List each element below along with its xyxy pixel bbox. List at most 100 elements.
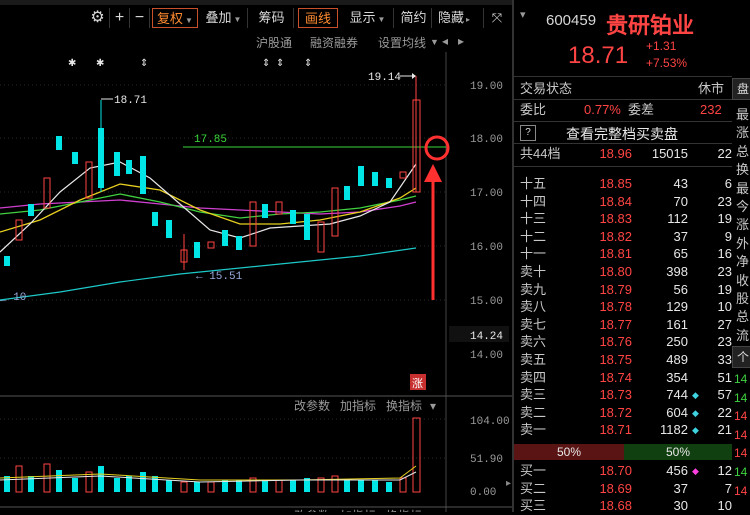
depth-cnt: 21: [717, 422, 732, 438]
fuquan-button[interactable]: 复权 ▼: [152, 8, 198, 28]
ask-row[interactable]: 十二 18.82 37 9: [514, 228, 732, 246]
depth-header: 共44档 18.96 15015 22: [520, 146, 732, 161]
depth-vol: 250: [666, 334, 688, 350]
ask-row[interactable]: 卖三 18.73 744 ◆ 57: [514, 386, 732, 404]
xianshi-button[interactable]: 显示 ▼: [342, 8, 394, 28]
volume-axis: 104.00 51.90 0.00: [470, 416, 510, 499]
depth-dot: ◆: [692, 466, 699, 476]
hugutong-link[interactable]: 沪股通: [256, 34, 292, 51]
huaxian-button[interactable]: 画线: [298, 8, 338, 28]
depth-vol: 37: [673, 228, 688, 244]
depth-label: 卖三: [520, 387, 547, 403]
side-stat-label: 涨: [736, 217, 750, 233]
depth-price: 18.71: [599, 422, 632, 438]
depth-cnt: 19: [717, 211, 732, 227]
chevron-left-icon[interactable]: ◂: [442, 34, 448, 48]
ask-row[interactable]: 卖七 18.77 161 27: [514, 316, 732, 334]
side-stat-label: 总: [736, 309, 750, 325]
fuquan-label: 复权: [157, 11, 184, 26]
ask-row[interactable]: 卖九 18.79 56 19: [514, 281, 732, 299]
depth-price: 18.68: [599, 498, 632, 514]
depth-label: 卖一: [520, 422, 547, 438]
depth-vol: 30: [673, 498, 688, 514]
fullscreen-icon[interactable]: ⤧: [486, 8, 508, 28]
ma-line-white: [0, 161, 417, 253]
ask-row[interactable]: 卖十 18.80 398 23: [514, 263, 732, 281]
svg-text:加指标: 加指标: [340, 508, 376, 512]
chevron-right-icon[interactable]: ▸: [458, 34, 464, 48]
depth-cnt: 57: [717, 387, 732, 403]
bid-row[interactable]: 买二 18.69 37 7: [514, 480, 732, 498]
set-ma-link[interactable]: 设置均线: [378, 34, 426, 51]
annotation-arrow: [424, 164, 442, 182]
kline-chart[interactable]: ✱ ✱ ⇕ ⇕ ⇕ ⇕ 19.14 18.71 17.85 ← 15.51 _ 10 1…: [0, 52, 512, 512]
left-high-label: 18.71: [114, 95, 147, 107]
depth-cnt: 51: [717, 369, 732, 385]
ask-row[interactable]: 卖四 18.74 354 51: [514, 369, 732, 387]
settings-icon[interactable]: ⚙: [86, 8, 110, 28]
help-icon[interactable]: ?: [520, 125, 536, 141]
ask-row[interactable]: 十五 18.85 43 6: [514, 175, 732, 193]
ask-row[interactable]: 卖五 18.75 489 33: [514, 351, 732, 369]
depth-label: 卖八: [520, 299, 547, 315]
depth-label: 买三: [520, 498, 547, 514]
depth-vol: 129: [666, 299, 688, 315]
depth-vol: 112: [667, 211, 688, 227]
bid-row[interactable]: 买一 18.70 456 ◆ 12: [514, 462, 732, 480]
svg-text:18.00: 18.00: [470, 134, 503, 146]
diejia-button[interactable]: 叠加 ▼: [200, 8, 248, 28]
depth-price: 18.74: [599, 369, 632, 385]
zoom-out-icon[interactable]: −: [130, 8, 150, 28]
depth-vol: 456: [666, 463, 688, 478]
ma-line-label: 17.85: [194, 134, 227, 146]
depth-label: 卖二: [520, 404, 547, 420]
current-price-tag: 14.24: [470, 331, 503, 343]
svg-text:⇕: ⇕: [276, 58, 284, 69]
ask-row[interactable]: 卖二 18.72 604 ◆ 22: [514, 404, 732, 422]
svg-text:15.00: 15.00: [470, 296, 503, 308]
yincang-button[interactable]: 隐藏 ▸: [436, 8, 484, 28]
depth-cnt: 23: [717, 334, 732, 350]
ask-row[interactable]: 十三 18.83 112 19: [514, 210, 732, 228]
rongzi-link[interactable]: 融资融券: [310, 34, 358, 51]
ask-row[interactable]: 卖六 18.76 250 23: [514, 333, 732, 351]
depth-cnt: 9: [724, 228, 732, 244]
chevron-right-icon: ▸: [466, 15, 471, 24]
full-book-link[interactable]: 查看完整档买卖盘: [566, 124, 678, 144]
jianyue-button[interactable]: 简约: [396, 8, 432, 28]
depth-vol: 398: [666, 264, 688, 279]
ask-row[interactable]: 卖八 18.78 129 10: [514, 298, 732, 316]
side-num: 14: [734, 446, 748, 461]
svg-text:19.00: 19.00: [470, 81, 503, 93]
side-stat-label: 换: [736, 162, 750, 178]
bid-row[interactable]: 买三 18.68 30 10: [514, 497, 732, 515]
tab-pan[interactable]: 盘: [732, 78, 750, 100]
expand-icon[interactable]: ▾: [520, 8, 526, 21]
ask-row[interactable]: 十四 18.84 70 23: [514, 193, 732, 211]
depth-vol: 65: [673, 246, 688, 262]
candles: [4, 76, 421, 270]
side-num: 14: [734, 427, 748, 442]
side-stat-label: 总: [736, 143, 750, 159]
svg-text:▾: ▾: [430, 399, 436, 413]
ask-row[interactable]: 十一 18.81 65 16: [514, 245, 732, 263]
chouma-button[interactable]: 筹码: [250, 8, 294, 28]
svg-text:✱: ✱: [68, 58, 76, 69]
depth-cnt: 33: [717, 352, 732, 367]
depth-price: 18.79: [599, 281, 632, 297]
depth-price: 18.83: [599, 211, 632, 227]
zoom-in-icon[interactable]: +: [110, 8, 130, 28]
zhang-badge: 涨: [412, 377, 423, 390]
ask-row[interactable]: 卖一 18.71 1182 ◆ 21: [514, 421, 732, 439]
tab-ge[interactable]: 个: [732, 346, 750, 368]
event-markers: ✱ ✱ ⇕ ⇕ ⇕ ⇕: [68, 58, 312, 69]
depth-label: 卖九: [520, 281, 547, 297]
side-num: 14: [734, 465, 748, 479]
depth-cnt: 22: [717, 404, 732, 420]
depth-vol: 56: [673, 281, 688, 297]
depth-vol: 354: [666, 369, 688, 385]
depth-cnt: 19: [717, 281, 732, 297]
jia-zhibiao-link: 加指标: [340, 398, 376, 413]
volume-bars: [4, 417, 421, 493]
depth-cnt: 27: [717, 316, 732, 332]
